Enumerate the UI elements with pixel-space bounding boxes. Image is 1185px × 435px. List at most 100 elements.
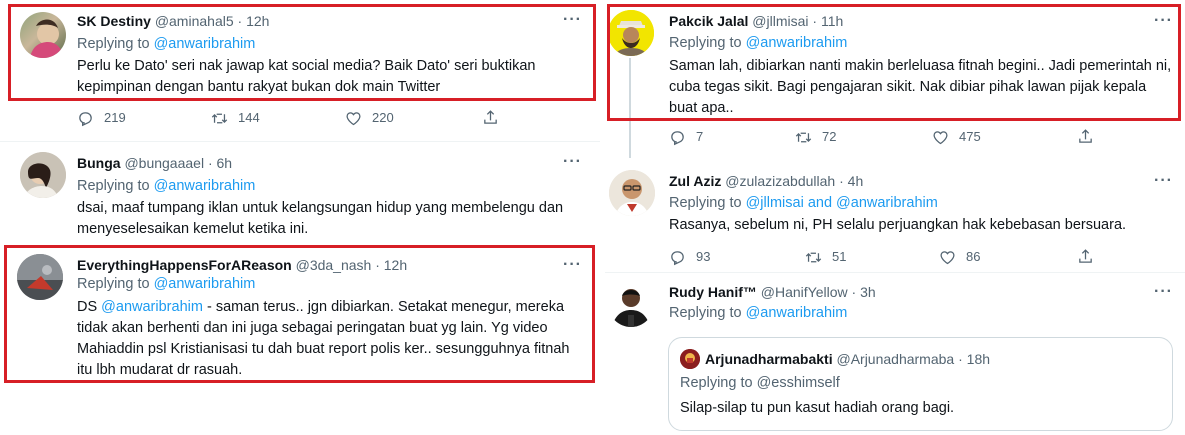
tweet-text: Perlu ke Dato' seri nak jawap kat social… bbox=[77, 58, 536, 95]
avatar[interactable] bbox=[17, 254, 63, 300]
avatar[interactable] bbox=[20, 152, 66, 198]
reply-button[interactable]: 7 bbox=[669, 128, 703, 146]
tweet[interactable]: Pakcik Jalal @jllmisai · 11h ··· Replyin… bbox=[605, 0, 1185, 155]
tweet-header: SK Destiny @aminahal5 · 12h bbox=[77, 11, 269, 31]
share-icon bbox=[1077, 248, 1094, 265]
replying-to: Replying to @anwaribrahim bbox=[77, 36, 256, 52]
share-icon bbox=[1077, 128, 1094, 145]
retweet-icon bbox=[211, 110, 228, 127]
like-count: 475 bbox=[959, 129, 981, 144]
mention-link[interactable]: @anwaribrahim bbox=[154, 178, 256, 194]
tweet-header: Rudy Hanif™ @HanifYellow · 3h bbox=[669, 282, 876, 302]
reply-count: 93 bbox=[696, 249, 711, 264]
user-handle[interactable]: @aminahal5 bbox=[155, 13, 234, 29]
timestamp[interactable]: · 12h bbox=[375, 257, 407, 273]
share-icon bbox=[482, 109, 499, 126]
mention-link[interactable]: @anwaribrahim bbox=[101, 299, 203, 315]
quote-display-name[interactable]: Arjunadharmabakti bbox=[705, 351, 833, 367]
timestamp[interactable]: · 11h bbox=[812, 13, 843, 29]
user-handle[interactable]: @jllmisai bbox=[752, 13, 808, 29]
reply-icon bbox=[669, 249, 686, 266]
user-handle[interactable]: @bungaaael bbox=[124, 155, 204, 171]
reply-button[interactable]: 93 bbox=[669, 248, 710, 266]
like-count: 86 bbox=[966, 249, 981, 264]
tweet-text: dsai, maaf tumpang iklan untuk kelangsun… bbox=[77, 200, 564, 237]
avatar[interactable] bbox=[608, 281, 654, 327]
more-icon[interactable]: ··· bbox=[1154, 284, 1173, 300]
tweet[interactable]: Bunga @bungaaael · 6h ··· Replying to @a… bbox=[0, 142, 600, 242]
retweet-count: 72 bbox=[822, 129, 837, 144]
user-handle[interactable]: @zulazizabdullah bbox=[725, 173, 835, 189]
tweet[interactable]: Zul Aziz @zulazizabdullah · 4h ··· Reply… bbox=[605, 160, 1185, 270]
tweet-header: Pakcik Jalal @jllmisai · 11h bbox=[669, 11, 843, 31]
replying-to: Replying to @anwaribrahim bbox=[77, 276, 256, 292]
retweet-count: 144 bbox=[238, 110, 260, 125]
more-icon[interactable]: ··· bbox=[563, 257, 582, 273]
display-name[interactable]: EverythingHappensForAReason bbox=[77, 257, 292, 273]
retweet-button[interactable]: 72 bbox=[795, 128, 836, 146]
retweet-count: 51 bbox=[832, 249, 847, 264]
timestamp[interactable]: · 6h bbox=[208, 155, 232, 171]
more-icon[interactable]: ··· bbox=[563, 154, 582, 170]
quote-replying-to: Replying to @esshimself bbox=[680, 375, 840, 391]
tweet-actions: 7 72 475 bbox=[669, 128, 1099, 148]
mention-link[interactable]: @jllmisai and @anwaribrahim bbox=[746, 195, 938, 211]
more-icon[interactable]: ··· bbox=[1154, 13, 1173, 29]
retweet-button[interactable]: 144 bbox=[211, 109, 260, 127]
more-icon[interactable]: ··· bbox=[1154, 173, 1173, 189]
like-button[interactable]: 220 bbox=[345, 109, 394, 127]
share-button[interactable] bbox=[1077, 248, 1104, 265]
tweet-actions: 219 144 220 bbox=[77, 109, 517, 129]
mention-link[interactable]: @anwaribrahim bbox=[746, 35, 848, 51]
reply-button[interactable]: 219 bbox=[77, 109, 126, 127]
retweet-icon bbox=[805, 249, 822, 266]
reply-count: 7 bbox=[696, 129, 704, 144]
left-tweet-column: SK Destiny @aminahal5 · 12h ··· Replying… bbox=[0, 0, 600, 435]
display-name[interactable]: Bunga bbox=[77, 155, 121, 171]
retweet-button[interactable]: 51 bbox=[805, 248, 846, 266]
avatar[interactable] bbox=[20, 12, 66, 58]
quote-mention[interactable]: @esshimself bbox=[757, 375, 840, 391]
like-icon bbox=[932, 129, 949, 146]
avatar[interactable] bbox=[609, 170, 655, 216]
tweet[interactable]: EverythingHappensForAReason @3da_nash · … bbox=[0, 244, 600, 384]
tweet[interactable]: SK Destiny @aminahal5 · 12h ··· Replying… bbox=[0, 0, 600, 140]
share-button[interactable] bbox=[1077, 128, 1104, 145]
timestamp[interactable]: · 4h bbox=[839, 173, 863, 189]
replying-to: Replying to @anwaribrahim bbox=[669, 305, 848, 321]
user-handle[interactable]: @3da_nash bbox=[296, 257, 372, 273]
timestamp[interactable]: · 3h bbox=[852, 284, 876, 300]
mention-link[interactable]: @anwaribrahim bbox=[154, 36, 256, 52]
like-button[interactable]: 86 bbox=[939, 248, 980, 266]
tweet-text: Rasanya, sebelum ni, PH selalu perjuangk… bbox=[669, 217, 1127, 233]
tweet-text: Saman lah, dibiarkan nanti makin berlelu… bbox=[669, 58, 1172, 116]
timestamp[interactable]: · 12h bbox=[238, 13, 270, 29]
replying-to: Replying to @anwaribrahim bbox=[669, 35, 848, 51]
quote-timestamp[interactable]: · 18h bbox=[958, 351, 990, 367]
display-name[interactable]: SK Destiny bbox=[77, 13, 151, 29]
tweet[interactable]: Rudy Hanif™ @HanifYellow · 3h ··· Replyi… bbox=[605, 273, 1185, 435]
quote-user-handle[interactable]: @Arjunadharmaba bbox=[836, 351, 954, 367]
user-handle[interactable]: @HanifYellow bbox=[761, 284, 848, 300]
retweet-icon bbox=[795, 129, 812, 146]
quote-text: Silap-silap tu pun kasut hadiah orang ba… bbox=[680, 400, 955, 416]
reply-count: 219 bbox=[104, 110, 126, 125]
more-icon[interactable]: ··· bbox=[563, 12, 582, 28]
display-name[interactable]: Rudy Hanif™ bbox=[669, 284, 757, 300]
share-button[interactable] bbox=[482, 109, 509, 126]
like-icon bbox=[345, 110, 362, 127]
replying-to: Replying to @anwaribrahim bbox=[77, 178, 256, 194]
avatar[interactable] bbox=[608, 10, 654, 56]
display-name[interactable]: Pakcik Jalal bbox=[669, 13, 748, 29]
quoted-tweet[interactable]: Arjunadharmabakti @Arjunadharmaba · 18h … bbox=[668, 337, 1173, 431]
display-name[interactable]: Zul Aziz bbox=[669, 173, 721, 189]
like-button[interactable]: 475 bbox=[932, 128, 981, 146]
quote-avatar[interactable] bbox=[680, 349, 700, 369]
tweet-actions: 93 51 86 bbox=[669, 248, 1099, 268]
replying-to: Replying to @jllmisai and @anwaribrahim bbox=[669, 195, 938, 211]
like-count: 220 bbox=[372, 110, 394, 125]
mention-link[interactable]: @anwaribrahim bbox=[154, 276, 256, 292]
mention-link[interactable]: @anwaribrahim bbox=[746, 305, 848, 321]
tweet-header: EverythingHappensForAReason @3da_nash · … bbox=[77, 255, 407, 275]
quote-header: Arjunadharmabakti @Arjunadharmaba · 18h bbox=[705, 349, 990, 369]
